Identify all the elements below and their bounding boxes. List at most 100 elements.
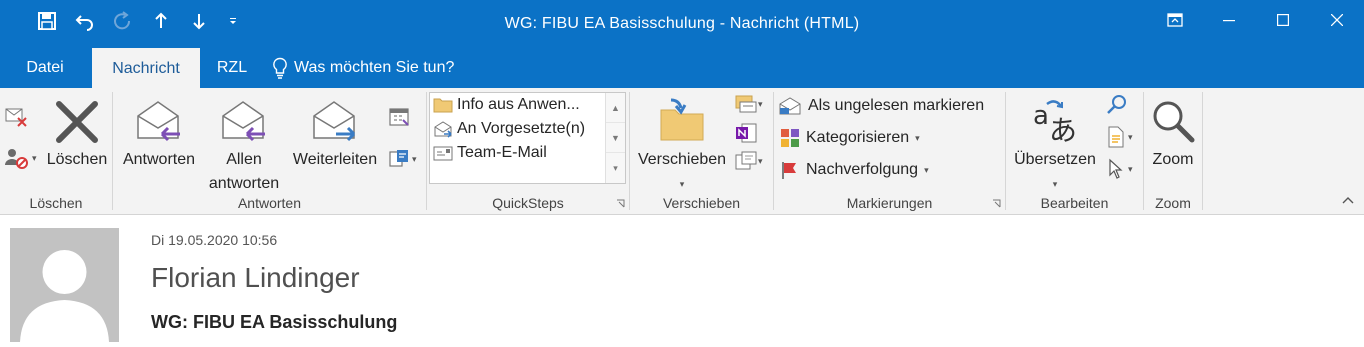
group-antworten: Antworten Allen antworten Weiterleiten ▾… (113, 88, 426, 214)
close-button[interactable] (1310, 0, 1364, 40)
move-button[interactable]: Verschieben ▾ (630, 88, 734, 196)
reply-all-button[interactable]: Allen antworten (201, 88, 287, 196)
person-placeholder-icon (20, 250, 109, 342)
mark-unread-button[interactable]: Als ungelesen markieren (778, 96, 984, 116)
quickstep-label: Info aus Anwen... (457, 96, 580, 113)
categorize-icon (781, 129, 799, 147)
categorize-button[interactable]: Kategorisieren ▾ (780, 128, 920, 148)
translate-label: Übersetzen (1014, 151, 1096, 168)
tab-datei[interactable]: Datei (8, 48, 82, 88)
group-label-quicksteps: QuickSteps (492, 195, 564, 211)
quickstep-item[interactable]: Team-E-Mail (430, 141, 625, 165)
zoom-button[interactable]: Zoom (1144, 88, 1202, 172)
group-label-loeschen: Löschen (29, 195, 83, 211)
cursor-icon (1109, 158, 1123, 179)
junk-icon (5, 149, 28, 169)
translate-button[interactable]: a あ Übersetzen ▾ (1006, 88, 1104, 196)
actions-icon (735, 151, 757, 170)
group-label-antworten: Antworten (237, 195, 302, 211)
group-label-zoom: Zoom (1155, 195, 1191, 211)
svg-text:あ: あ (1049, 114, 1077, 144)
reply-icon (137, 101, 180, 142)
scroll-up-icon[interactable]: ▲ (606, 93, 625, 123)
group-label-bearbeiten: Bearbeiten (1040, 195, 1109, 211)
message-subject: WG: FIBU EA Basisschulung (151, 312, 398, 332)
group-loeschen: ▾ Löschen Löschen (0, 88, 112, 214)
quickstep-label: Team-E-Mail (457, 144, 547, 161)
dialog-launcher-icon[interactable] (616, 199, 625, 208)
related-button[interactable]: ▾ (1106, 126, 1133, 148)
tell-me-placeholder: Was möchten Sie tun? (294, 59, 455, 76)
more-respond-button[interactable]: ▾ (388, 148, 417, 170)
group-zoom: Zoom Zoom (1144, 88, 1202, 214)
move-label: Verschieben (637, 151, 727, 168)
quicksteps-gallery: Info aus Anwen... An Vorgesetzte(n) Team… (429, 92, 626, 184)
forward-mail-icon (434, 121, 452, 138)
reply-all-icon (222, 101, 265, 142)
group-verschieben: Verschieben ▾ ▾ ▾ Verschieben (630, 88, 773, 214)
collapse-ribbon-icon[interactable] (1342, 195, 1354, 205)
quickstep-item[interactable]: Info aus Anwen... (430, 93, 625, 117)
junk-button[interactable]: ▾ (4, 146, 37, 170)
quickstep-label: An Vorgesetzte(n) (457, 120, 586, 137)
title-bar: WG: FIBU EA Basisschulung - Nachricht (H… (0, 0, 1364, 48)
avatar (10, 228, 119, 342)
followup-caret: ▾ (924, 164, 929, 175)
window-controls (1148, 0, 1364, 40)
reply-label: Antworten (122, 151, 196, 168)
maximize-button[interactable] (1256, 0, 1310, 40)
ignore-button[interactable] (4, 106, 30, 128)
tab-nachricht[interactable]: Nachricht (92, 48, 200, 89)
scroll-down-icon[interactable]: ▼ (606, 123, 625, 153)
ribbon-tabs: Datei Nachricht RZL Was möchten Sie tun? (0, 48, 1364, 89)
ribbon-display-icon (1167, 13, 1183, 27)
rules-caret: ▾ (758, 98, 763, 109)
document-icon (1108, 126, 1124, 148)
quickstep-item[interactable]: An Vorgesetzte(n) (430, 117, 625, 141)
move-dropdown-caret: ▾ (679, 179, 685, 189)
maximize-icon (1277, 14, 1289, 26)
email-icon (433, 146, 453, 161)
mark-unread-icon (779, 97, 801, 115)
followup-label: Nachverfolgung (806, 161, 919, 178)
gallery-more-icon[interactable]: ▾ (606, 153, 625, 183)
message-sender[interactable]: Florian Lindinger (151, 262, 360, 294)
message-date: Di 19.05.2020 10:56 (151, 232, 278, 248)
onenote-button[interactable] (734, 122, 758, 144)
forward-icon (313, 101, 356, 142)
more-respond-caret: ▾ (412, 153, 417, 164)
group-markierungen: Als ungelesen markieren Kategorisieren ▾… (774, 88, 1005, 214)
rules-icon (735, 95, 757, 113)
junk-dropdown-caret: ▾ (32, 152, 37, 163)
ribbon-display-options-button[interactable] (1148, 0, 1202, 40)
translate-caret: ▾ (1052, 179, 1058, 189)
categorize-caret: ▾ (915, 132, 920, 143)
select-button[interactable]: ▾ (1106, 158, 1133, 180)
actions-button[interactable]: ▾ (734, 150, 763, 172)
followup-button[interactable]: Nachverfolgung ▾ (780, 160, 929, 180)
ribbon: ▾ Löschen Löschen Antworten Allen antwor… (0, 88, 1364, 215)
minimize-button[interactable] (1202, 0, 1256, 40)
tab-rzl[interactable]: RZL (206, 48, 258, 88)
calendar-icon (389, 108, 409, 126)
search-icon (1107, 95, 1126, 114)
tell-me-box[interactable]: Was möchten Sie tun? (272, 48, 454, 88)
minimize-icon (1223, 20, 1235, 22)
dialog-launcher-icon[interactable] (992, 199, 1001, 208)
mark-unread-label: Als ungelesen markieren (808, 97, 985, 114)
forward-button[interactable]: Weiterleiten (285, 88, 385, 172)
flag-icon (782, 162, 796, 179)
delete-button[interactable]: Löschen (42, 88, 112, 172)
move-folder-icon (660, 98, 704, 141)
onenote-icon (736, 123, 757, 143)
reply-button[interactable]: Antworten (115, 88, 203, 172)
lightbulb-icon (273, 57, 287, 79)
group-separator (1202, 92, 1203, 210)
rules-button[interactable]: ▾ (734, 94, 763, 114)
gallery-scrollbar[interactable]: ▲ ▼ ▾ (605, 93, 625, 183)
group-bearbeiten: a あ Übersetzen ▾ ▾ ▾ Bearbeiten (1006, 88, 1143, 214)
close-icon (1331, 14, 1343, 26)
find-button[interactable] (1106, 94, 1128, 116)
forward-label: Weiterleiten (292, 151, 378, 168)
meeting-button[interactable] (388, 106, 410, 128)
